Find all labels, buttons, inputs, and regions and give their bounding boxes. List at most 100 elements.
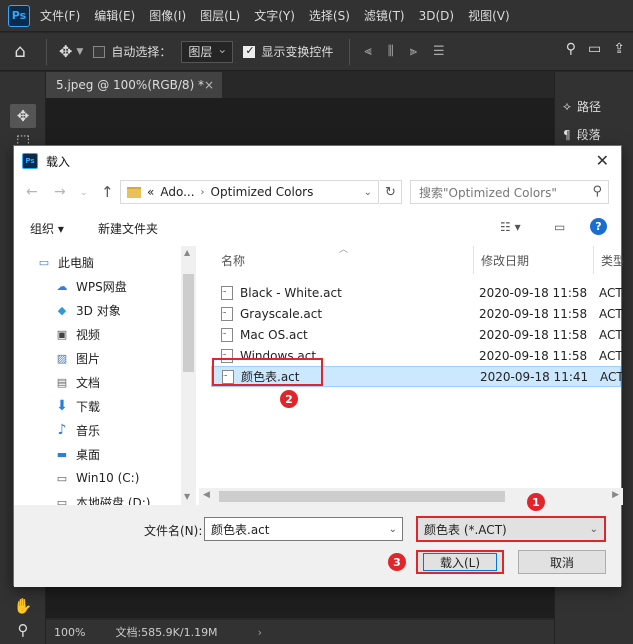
nav-item-video[interactable]: ▣ 视频 [54, 324, 100, 344]
step-badge-1: 1 [527, 493, 545, 511]
nav-item-wps[interactable]: ☁ WPS网盘 [54, 276, 127, 296]
home-icon[interactable]: ⌂ [0, 33, 40, 71]
help-icon[interactable]: ? [590, 218, 607, 235]
file-name: Black - White.act [240, 285, 342, 300]
picture-icon: ▨ [56, 351, 68, 365]
nav-item-label: 本地磁盘 (D:) [76, 495, 151, 506]
search-icon[interactable]: ⚲ [566, 41, 576, 57]
chevron-down-icon[interactable]: ⌄ [590, 524, 598, 535]
scroll-right-icon[interactable]: ▶ [612, 490, 619, 500]
address-part-current[interactable]: Optimized Colors [211, 185, 314, 199]
show-transform-checkbox[interactable] [243, 44, 256, 58]
move-tool-icon[interactable]: ✥ [59, 42, 72, 61]
file-row[interactable]: Grayscale.act 2020-09-18 11:58 ACT [211, 303, 623, 324]
cloud-icon: ☁ [56, 279, 68, 293]
computer-icon: ▭ [38, 255, 50, 269]
menu-layer[interactable]: 图层(L) [200, 7, 240, 24]
align-top-icon[interactable]: ☰ [433, 44, 445, 59]
menu-file[interactable]: 文件(F) [40, 7, 80, 24]
nav-item-this-pc[interactable]: ▭ 此电脑 [36, 252, 94, 272]
chevron-down-icon[interactable]: ⌄ [364, 187, 372, 198]
search-input[interactable]: 搜索"Optimized Colors" ⚲ [410, 180, 609, 204]
horizontal-scroll-thumb[interactable] [219, 491, 505, 502]
nav-item-music[interactable]: ♪ 音乐 [54, 420, 100, 440]
organize-button[interactable]: 组织 ▾ [30, 220, 64, 237]
align-left-icon[interactable]: ⫷ [364, 44, 371, 59]
column-header-type[interactable]: 类型 [601, 252, 623, 269]
scroll-up-icon[interactable]: ▲ [184, 248, 190, 257]
load-button[interactable]: 载入(L) [416, 550, 504, 574]
up-arrow-icon[interactable]: ↑ [101, 183, 114, 201]
nav-item-drive-d[interactable]: ▭ 本地磁盘 (D:) [54, 492, 151, 506]
paragraph-panel-tab[interactable]: ¶ 段落 [563, 126, 601, 143]
align-center-icon[interactable]: ⫼ [388, 44, 394, 59]
address-overflow[interactable]: « [147, 185, 154, 199]
zoom-level[interactable]: 100% [54, 626, 85, 639]
file-row[interactable]: Black - White.act 2020-09-18 11:58 ACT [211, 282, 623, 303]
column-divider[interactable] [593, 246, 594, 274]
menu-3d[interactable]: 3D(D) [419, 9, 454, 23]
nav-scrollbar[interactable]: ▲ ▼ [181, 246, 196, 506]
new-folder-button[interactable]: 新建文件夹 [98, 220, 158, 237]
share-icon[interactable]: ⇪ [613, 41, 625, 57]
column-header-date[interactable]: 修改日期 [481, 252, 529, 269]
nav-item-desktop[interactable]: ▬ 桌面 [54, 444, 100, 464]
hand-tool-icon[interactable]: ✋ [10, 594, 36, 618]
zoom-tool-icon[interactable]: ⚲ [10, 618, 36, 642]
paths-panel-tab[interactable]: ⟡ 路径 [563, 98, 601, 115]
nav-item-3d[interactable]: ◆ 3D 对象 [54, 300, 121, 320]
move-tool-icon[interactable]: ✥ [10, 104, 36, 128]
refresh-icon[interactable]: ↻ [380, 180, 402, 204]
cancel-button[interactable]: 取消 [518, 550, 606, 574]
menu-image[interactable]: 图像(I) [149, 7, 186, 24]
layer-select[interactable]: 图层 [181, 40, 234, 63]
nav-item-downloads[interactable]: ⬇ 下载 [54, 396, 100, 416]
nav-item-drive-c[interactable]: ▭ Win10 (C:) [54, 468, 140, 488]
forward-arrow-icon[interactable]: → [54, 184, 66, 200]
nav-scroll-thumb[interactable] [183, 274, 194, 372]
workspace-icon[interactable]: ▭ [588, 41, 601, 57]
document-tab[interactable]: 5.jpeg @ 100%(RGB/8) * × [46, 72, 222, 98]
file-row[interactable]: Windows.act 2020-09-18 11:58 ACT [211, 345, 623, 366]
column-header-name[interactable]: 名称 [221, 252, 245, 269]
drive-icon: ▭ [56, 471, 68, 485]
ps-tab-bar: 5.jpeg @ 100%(RGB/8) * × [46, 72, 554, 98]
menu-filter[interactable]: 滤镜(T) [364, 7, 405, 24]
paths-icon: ⟡ [563, 99, 571, 113]
nav-item-documents[interactable]: ▤ 文档 [54, 372, 100, 392]
close-icon[interactable]: × [204, 78, 214, 92]
search-icon[interactable]: ⚲ [592, 184, 602, 199]
align-right-icon[interactable]: ⫸ [410, 44, 417, 59]
filetype-select[interactable]: 颜色表 (*.ACT) ⌄ [416, 516, 606, 542]
paths-label: 路径 [576, 100, 601, 114]
chevron-down-icon[interactable]: ⌄ [389, 524, 397, 535]
preview-pane-icon[interactable]: ▭ [554, 220, 565, 234]
menu-edit[interactable]: 编辑(E) [94, 7, 135, 24]
menu-view[interactable]: 视图(V) [468, 7, 510, 24]
nav-item-pictures[interactable]: ▨ 图片 [54, 348, 100, 368]
auto-select-checkbox[interactable] [93, 45, 106, 58]
menu-type[interactable]: 文字(Y) [254, 7, 295, 24]
status-arrow-icon[interactable]: › [258, 626, 262, 639]
horizontal-scrollbar[interactable]: ◀ ▶ [199, 488, 623, 505]
file-type: ACT [599, 306, 623, 321]
file-row-selected[interactable]: 颜色表.act 2020-09-18 11:41 ACT [211, 366, 623, 387]
menu-select[interactable]: 选择(S) [309, 7, 350, 24]
column-divider[interactable] [473, 246, 474, 274]
file-date: 2020-09-18 11:58 [479, 285, 588, 300]
address-part-adobe[interactable]: Ado... [160, 185, 194, 199]
scroll-left-icon[interactable]: ◀ [203, 490, 210, 500]
chevron-down-icon[interactable]: ⌄ [80, 188, 88, 198]
chevron-down-icon[interactable]: ▼ [76, 47, 83, 57]
view-options-icon[interactable]: ☷ ▾ [500, 220, 521, 234]
scroll-down-icon[interactable]: ▼ [184, 492, 190, 501]
photoshop-logo-icon: Ps [22, 153, 38, 169]
file-name: Windows.act [240, 348, 317, 363]
close-icon[interactable]: ✕ [596, 151, 609, 170]
address-bar[interactable]: « Ado... › Optimized Colors ⌄ [120, 180, 379, 204]
dialog-bottom-bar: 文件名(N): 颜色表.act ⌄ 颜色表 (*.ACT) ⌄ 载入(L) 取消 [14, 505, 621, 587]
back-arrow-icon[interactable]: ← [26, 184, 38, 200]
file-row[interactable]: Mac OS.act 2020-09-18 11:58 ACT [211, 324, 623, 345]
filename-input[interactable]: 颜色表.act ⌄ [204, 517, 403, 541]
chevron-right-icon[interactable]: › [201, 187, 205, 198]
